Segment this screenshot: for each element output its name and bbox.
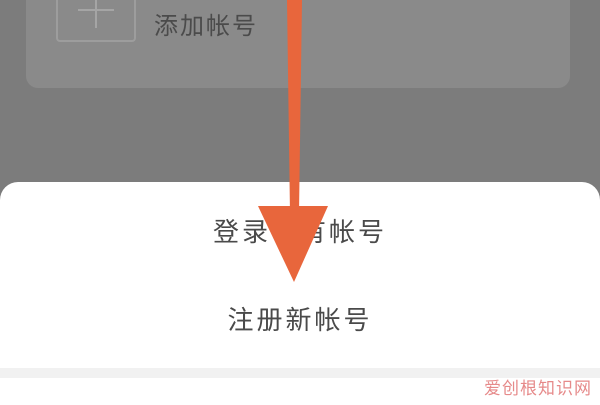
add-account-card[interactable]: 添加帐号: [26, 0, 570, 88]
add-account-button[interactable]: [56, 0, 136, 42]
watermark: 爱创根知识网: [484, 379, 592, 399]
add-account-label: 添加帐号: [154, 12, 258, 40]
register-new-account-option[interactable]: 注册新帐号: [0, 300, 600, 337]
action-sheet: 登录已有帐号 注册新帐号: [0, 182, 600, 405]
plus-icon: [78, 0, 114, 28]
screen: 添加帐号 登录已有帐号 注册新帐号 爱创根知识网: [0, 0, 600, 405]
login-existing-account-option[interactable]: 登录已有帐号: [0, 212, 600, 249]
